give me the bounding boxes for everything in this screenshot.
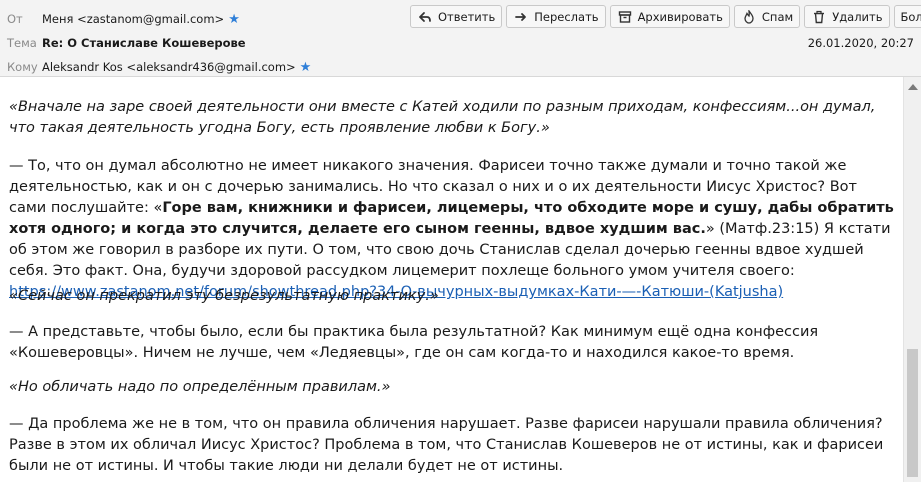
message-header: От Меня <zastanom@gmail.com> ★ Тема Re: … xyxy=(0,0,921,77)
to-address[interactable]: Aleksandr Kos <aleksandr436@gmail.com> xyxy=(42,60,296,74)
reply-icon xyxy=(417,9,433,25)
reply-button[interactable]: Ответить xyxy=(410,5,503,28)
spam-icon xyxy=(741,9,757,25)
vertical-scrollbar[interactable] xyxy=(903,77,921,482)
star-icon[interactable]: ★ xyxy=(228,12,240,27)
delete-icon xyxy=(811,9,827,25)
to-value[interactable]: Aleksandr Kos <aleksandr436@gmail.com> ★ xyxy=(42,60,311,75)
spam-label: Спам xyxy=(761,9,794,24)
forward-label: Переслать xyxy=(534,9,599,24)
quote-3: «Но обличать надо по определённым правил… xyxy=(9,379,391,395)
forward-icon xyxy=(513,9,529,25)
paragraph-1: — То, что он думал абсолютно не имеет ни… xyxy=(9,156,894,303)
subject-label: Тема xyxy=(7,36,37,50)
from-address[interactable]: Меня <zastanom@gmail.com> xyxy=(42,12,224,26)
spam-button[interactable]: Спам xyxy=(733,5,801,28)
more-button[interactable]: Больше ▼ xyxy=(893,5,921,28)
quote-1: «Вначале на заре своей деятельности они … xyxy=(9,99,876,136)
quote-2: «Сейчас он прекратил эту безрезультатную… xyxy=(9,288,439,304)
scroll-up-arrow-icon[interactable] xyxy=(908,84,918,90)
paragraph-2: — А представьте, чтобы было, если бы пра… xyxy=(9,324,819,361)
message-toolbar: Ответить Переслать Архивировать Спам Уда… xyxy=(410,5,921,28)
scrollbar-thumb[interactable] xyxy=(907,349,918,477)
archive-button[interactable]: Архивировать xyxy=(609,5,730,28)
more-label: Больше xyxy=(900,9,921,24)
to-label: Кому xyxy=(7,60,38,74)
subject-value: Re: О Станиславе Кошеверове xyxy=(42,36,246,50)
star-icon[interactable]: ★ xyxy=(300,60,312,75)
reply-label: Ответить xyxy=(438,9,496,24)
from-value[interactable]: Меня <zastanom@gmail.com> ★ xyxy=(42,12,240,27)
delete-button[interactable]: Удалить xyxy=(804,5,890,28)
delete-label: Удалить xyxy=(832,9,883,24)
forward-button[interactable]: Переслать xyxy=(506,5,606,28)
archive-label: Архивировать xyxy=(637,9,723,24)
message-date: 26.01.2020, 20:27 xyxy=(807,36,914,50)
paragraph-3: — Да проблема же не в том, что он правил… xyxy=(9,416,884,474)
archive-icon xyxy=(617,9,633,25)
from-label: От xyxy=(7,12,23,26)
message-body: «Вначале на заре своей деятельности они … xyxy=(0,77,903,482)
